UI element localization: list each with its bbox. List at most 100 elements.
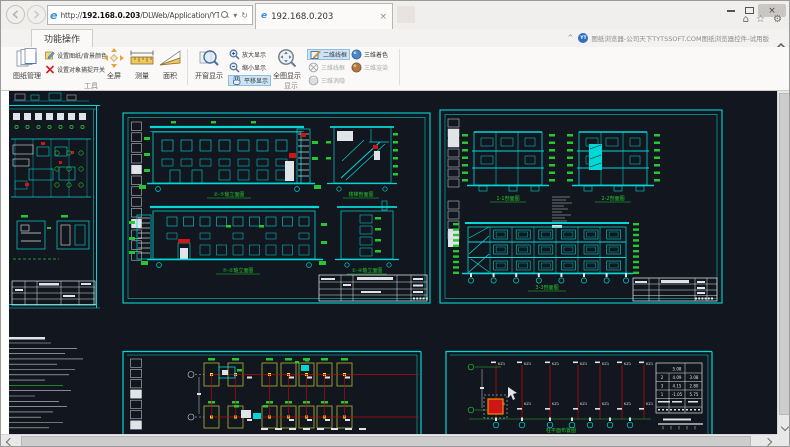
zoom-out-button[interactable]: 缩小显示 <box>229 62 266 73</box>
tools-group-label: 工具 <box>61 81 121 91</box>
back-arrow-icon <box>11 10 20 19</box>
wireframe-2d-icon <box>310 49 321 60</box>
drawing-label: 楼梯剖面图 <box>348 191 373 198</box>
group-separator <box>187 49 188 85</box>
ribbon-tab-function[interactable]: 功能操作 <box>31 29 93 47</box>
column-label: KZ1 <box>524 362 531 366</box>
yt-logo-icon: YT <box>578 33 588 43</box>
back-button[interactable] <box>6 5 25 24</box>
drawing-label: ①-④轴立面图 <box>352 267 383 274</box>
ribbon-tab-row: 功能操作 ^ YT 图纸浏览器-公司天下TYTSSOFT.COM图纸浏览器控件-… <box>1 29 790 47</box>
horizontal-scrollbar[interactable] <box>1 434 777 447</box>
wireframe-3d-button[interactable]: 三维线框 <box>308 62 345 73</box>
trial-notice: ^ YT 图纸浏览器-公司天下TYTSSOFT.COM图纸浏览器控件-试用版 <box>568 33 770 43</box>
measure-button[interactable]: 测量 <box>129 48 155 81</box>
fullscreen-button[interactable]: 全屏 <box>101 48 127 81</box>
table-cell: 5.08 <box>673 367 682 372</box>
drawing-label: ②-⑦轴立面图 <box>214 191 245 198</box>
sheet-manage-button[interactable]: 图纸管理 <box>9 48 45 81</box>
scroll-right-arrow-icon[interactable] <box>764 438 772 446</box>
table-cell: 3.08 <box>690 375 699 380</box>
scrollbar-corner <box>777 434 790 447</box>
window-zoom-icon <box>199 48 219 68</box>
pan-hand-icon <box>231 75 242 86</box>
table-cell: 4.15 <box>673 384 682 389</box>
zoom-extents-icon <box>277 48 297 68</box>
column-label: KZ1 <box>524 402 531 406</box>
minimize-button[interactable] <box>723 4 739 17</box>
drawing-label: 3-3剖面图 <box>535 284 558 291</box>
zoom-in-icon <box>229 49 240 60</box>
table-cell: 5.75 <box>690 392 699 397</box>
browser-tab[interactable]: e 192.168.0.203 × <box>255 3 393 29</box>
table-cell: 4.09 <box>673 375 682 380</box>
drawing-label: ⑦-②轴立面图 <box>223 267 254 274</box>
vertical-scrollbar[interactable] <box>777 91 790 434</box>
drawing-label: 1-1剖面图 <box>496 195 519 202</box>
scroll-left-arrow-icon[interactable] <box>6 438 14 446</box>
zoom-in-button[interactable]: 放大显示 <box>229 49 266 60</box>
cad-viewport: ②-⑦轴立面图楼梯剖面图⑦-②轴立面图①-④轴立面图1-1剖面图2-2剖面图3-… <box>1 91 790 447</box>
vertical-scroll-thumb[interactable] <box>779 93 790 415</box>
address-bar[interactable]: e http://192.168.0.203/DLWeb/Application… <box>47 5 253 25</box>
zoom-all-button[interactable]: 全图显示 <box>271 48 303 81</box>
column-label: KZ1 <box>624 402 631 406</box>
shaded-3d-button[interactable]: 三维着色 <box>351 49 388 60</box>
browser-window: e http://192.168.0.203/DLWeb/Application… <box>0 0 790 447</box>
table-cell: -1.05 <box>672 392 683 397</box>
column-label: KZ1 <box>580 402 587 406</box>
maximize-icon <box>745 7 754 14</box>
shaded-3d-icon <box>351 49 362 60</box>
set-snap-label: 设置对象捕捉开关 <box>57 65 105 74</box>
ie-icon: e <box>50 10 57 21</box>
shaded-3d-label: 三维着色 <box>364 50 388 59</box>
zoom-out-label: 缩小显示 <box>242 63 266 72</box>
set-background-label: 设置图纸/背景颜色 <box>57 51 107 60</box>
tab-title: 192.168.0.203 <box>271 12 379 22</box>
browser-titlebar: e http://192.168.0.203/DLWeb/Application… <box>1 1 790 29</box>
settings-gear-icon[interactable]: ⚙ <box>773 14 782 25</box>
render-3d-label: 三维渲染 <box>364 63 388 72</box>
cad-canvas[interactable]: ②-⑦轴立面图楼梯剖面图⑦-②轴立面图①-④轴立面图1-1剖面图2-2剖面图3-… <box>9 91 777 434</box>
home-icon[interactable]: ⌂ <box>743 14 749 25</box>
column-label: KZ1 <box>646 402 653 406</box>
zoom-all-label: 全图显示 <box>273 71 301 81</box>
window-zoom-label: 开窗显示 <box>195 71 223 81</box>
wireframe-2d-label: 二维线框 <box>323 50 347 59</box>
palette-icon <box>45 51 55 60</box>
horizontal-scroll-thumb[interactable] <box>21 436 751 447</box>
wireframe-2d-button[interactable]: 二维线框 <box>307 49 350 60</box>
fullscreen-label: 全屏 <box>107 71 121 81</box>
minimize-icon <box>727 10 735 12</box>
table-cell: 3 <box>661 384 664 389</box>
column-label: KZ1 <box>552 362 559 366</box>
set-background-button[interactable]: 设置图纸/背景颜色 <box>45 50 107 61</box>
column-label: KZ1 <box>498 362 505 366</box>
scroll-down-arrow-icon[interactable] <box>781 423 789 431</box>
drawing-label: 柱平面布置图 <box>546 427 576 434</box>
tab-close-icon[interactable]: × <box>379 12 387 22</box>
search-icon[interactable] <box>221 11 229 19</box>
drawing-label: 2-2剖面图 <box>601 195 624 202</box>
refresh-icon[interactable]: ↻ <box>241 11 248 20</box>
wireframe-3d-icon <box>308 62 319 73</box>
new-tab-button[interactable] <box>397 6 415 23</box>
zoom-out-icon <box>229 62 240 73</box>
fullscreen-arrows-icon <box>103 48 125 68</box>
column-label: KZ1 <box>580 362 587 366</box>
window-zoom-button[interactable]: 开窗显示 <box>193 48 225 81</box>
favorites-star-icon[interactable]: ☆ <box>756 14 765 25</box>
group-separator <box>399 49 400 85</box>
hidden-3d-label: 三维消隐 <box>321 76 345 85</box>
table-cell: 1 <box>661 392 664 397</box>
forward-button[interactable] <box>27 5 46 24</box>
caret-down-icon[interactable]: ▾ <box>233 11 237 20</box>
area-label: 面积 <box>163 71 177 81</box>
render-3d-button[interactable]: 三维渲染 <box>351 62 388 73</box>
render-3d-icon <box>351 62 362 73</box>
table-cell: 2 <box>661 375 664 380</box>
area-button[interactable]: 面积 <box>157 48 183 81</box>
column-label: KZ1 <box>602 402 609 406</box>
measure-label: 测量 <box>135 71 149 81</box>
set-snap-button[interactable]: 设置对象捕捉开关 <box>45 64 105 75</box>
